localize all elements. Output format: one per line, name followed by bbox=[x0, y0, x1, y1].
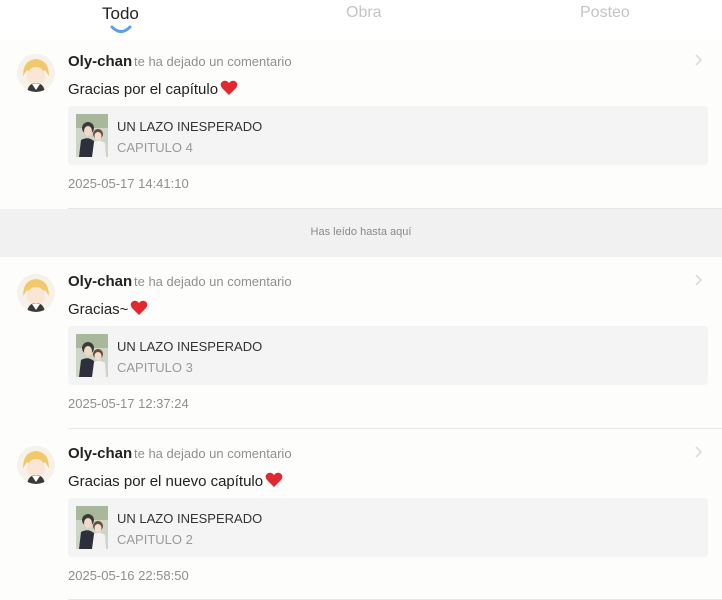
comment-text: Gracias por el nuevo capítulo bbox=[68, 472, 283, 490]
avatar[interactable] bbox=[17, 274, 55, 312]
tab-active-indicator bbox=[110, 25, 132, 33]
work-card[interactable]: UN LAZO INESPERADO CAPITULO 3 bbox=[68, 326, 708, 385]
work-card[interactable]: UN LAZO INESPERADO CAPITULO 4 bbox=[68, 106, 708, 165]
tab-posteo[interactable]: Posteo bbox=[580, 4, 630, 22]
avatar[interactable] bbox=[17, 54, 55, 92]
read-marker-banner: Has leído hasta aquí bbox=[0, 209, 722, 257]
work-chapter: CAPITULO 2 bbox=[117, 532, 193, 547]
tab-obra[interactable]: Obra bbox=[346, 4, 382, 22]
action-text: te ha dejado un comentario bbox=[134, 274, 292, 289]
divider bbox=[68, 428, 722, 429]
comment-text: Gracias~ bbox=[68, 300, 148, 318]
comment-text: Gracias por el capítulo bbox=[68, 80, 238, 98]
work-chapter: CAPITULO 3 bbox=[117, 360, 193, 375]
red-heart-icon bbox=[220, 80, 238, 95]
red-heart-icon bbox=[265, 472, 283, 487]
work-cover-image bbox=[76, 506, 108, 549]
username[interactable]: Oly-chan bbox=[68, 273, 132, 290]
avatar[interactable] bbox=[17, 446, 55, 484]
action-text: te ha dejado un comentario bbox=[134, 446, 292, 461]
work-title: UN LAZO INESPERADO bbox=[117, 339, 263, 354]
red-heart-icon bbox=[131, 300, 148, 315]
timestamp: 2025-05-17 14:41:10 bbox=[68, 176, 189, 191]
timestamp: 2025-05-17 12:37:24 bbox=[68, 396, 189, 411]
work-title: UN LAZO INESPERADO bbox=[117, 511, 263, 526]
work-title: UN LAZO INESPERADO bbox=[117, 119, 263, 134]
action-text: te ha dejado un comentario bbox=[134, 54, 292, 69]
username[interactable]: Oly-chan bbox=[68, 53, 132, 70]
read-marker-text: Has leído hasta aquí bbox=[310, 226, 412, 238]
work-cover-image bbox=[76, 334, 108, 377]
chevron-right-icon[interactable] bbox=[693, 445, 703, 459]
username[interactable]: Oly-chan bbox=[68, 445, 132, 462]
timestamp: 2025-05-16 22:58:50 bbox=[68, 568, 189, 583]
chevron-right-icon[interactable] bbox=[693, 273, 703, 287]
work-card[interactable]: UN LAZO INESPERADO CAPITULO 2 bbox=[68, 498, 708, 557]
work-cover-image bbox=[76, 114, 108, 157]
tab-bar: Todo Obra Posteo bbox=[0, 0, 722, 40]
chevron-right-icon[interactable] bbox=[693, 53, 703, 67]
tab-todo[interactable]: Todo bbox=[102, 4, 139, 24]
work-chapter: CAPITULO 4 bbox=[117, 140, 193, 155]
